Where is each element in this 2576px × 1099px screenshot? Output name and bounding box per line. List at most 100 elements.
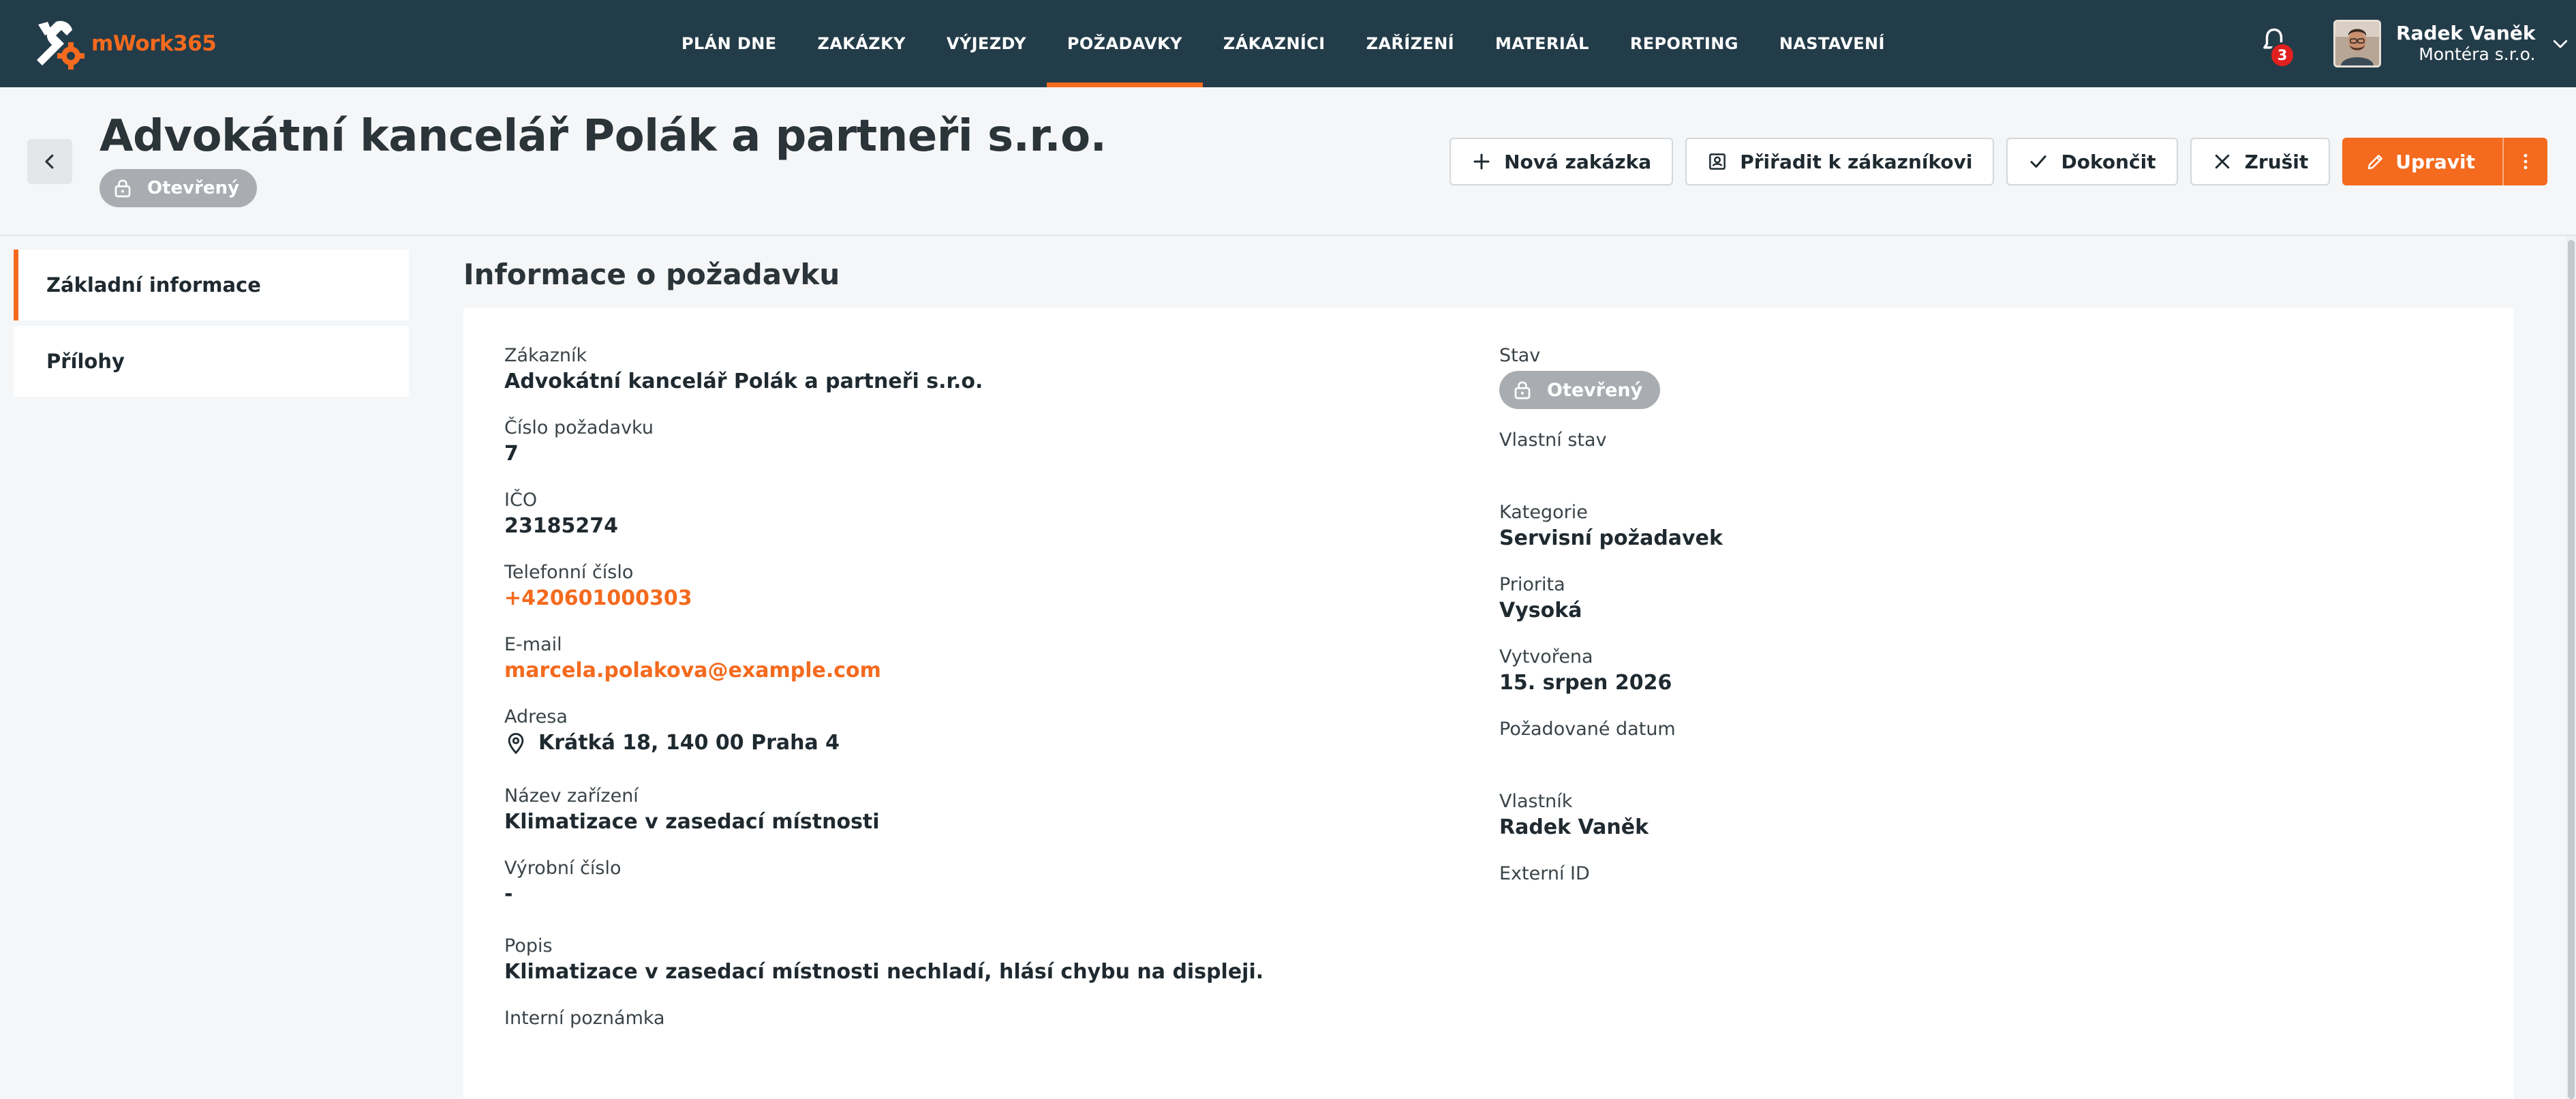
nav-item-reporting[interactable]: REPORTING — [1610, 0, 1759, 87]
field-label: Interní poznámka — [504, 1008, 665, 1029]
field-owner: Vlastník Radek Vaněk — [1499, 789, 1649, 841]
scrollbar-thumb[interactable] — [2568, 240, 2575, 1099]
owner-value: Radek Vaněk — [1499, 815, 1649, 839]
customer-value: Advokátní kancelář Polák a partneři s.r.… — [504, 370, 983, 393]
field-label: Zákazník — [504, 345, 587, 366]
user-name: Radek Vaněk — [2396, 22, 2536, 44]
field-request-number: Číslo požadavku 7 — [504, 416, 654, 468]
status-badge: Otevřený — [1499, 371, 1661, 409]
request-info-card: Zákazník Advokátní kancelář Polák a part… — [463, 308, 2513, 1099]
created-value: 15. srpen 2026 — [1499, 671, 1672, 695]
user-company: Montéra s.r.o. — [2419, 44, 2536, 64]
field-external-id: Externí ID — [1499, 862, 1590, 886]
field-priority: Priorita Vysoká — [1499, 573, 1582, 624]
contact-card-icon — [1709, 153, 1726, 170]
cancel-button[interactable]: Zrušit — [2190, 138, 2331, 185]
field-description: Popis Klimatizace v zasedací místnosti n… — [504, 934, 1263, 986]
field-label: Požadované datum — [1499, 719, 1676, 740]
field-label: Kategorie — [1499, 502, 1588, 523]
app-name: mWork365 — [91, 31, 217, 56]
request-number-value: 7 — [504, 442, 519, 466]
field-customer: Zákazník Advokátní kancelář Polák a part… — [504, 344, 983, 395]
more-vertical-icon — [2524, 153, 2528, 170]
new-order-label: Nová zakázka — [1504, 150, 1652, 173]
action-toolbar: Nová zakázka Přiřadit k zákazníkovi Doko… — [1450, 138, 2547, 185]
nav-item-vyjezdy[interactable]: VÝJEZDY — [926, 0, 1047, 87]
page-header: Advokátní kancelář Polák a partneři s.r.… — [0, 87, 2576, 236]
field-label: Výrobní číslo — [504, 858, 622, 879]
user-menu[interactable]: Radek Vaněk Montéra s.r.o. — [2333, 18, 2571, 70]
lock-icon — [114, 179, 131, 198]
field-state: Stav Otevřený — [1499, 344, 1661, 409]
field-label: Stav — [1499, 345, 1541, 366]
field-serial-number: Výrobní číslo - — [504, 856, 622, 908]
phone-link[interactable]: +420601000303 — [504, 585, 692, 612]
complete-label: Dokončit — [2061, 150, 2156, 173]
main-nav: PLÁN DNE ZAKÁZKY VÝJEZDY POŽADAVKY ZÁKAZ… — [661, 0, 1905, 87]
nav-item-zakazky[interactable]: ZAKÁZKY — [797, 0, 926, 87]
field-email: E-mail marcela.polakova@example.com — [504, 633, 881, 684]
field-label: Externí ID — [1499, 863, 1590, 884]
device-name-value: Klimatizace v zasedací místnosti — [504, 810, 880, 834]
category-value: Servisní požadavek — [1499, 526, 1723, 550]
sidebar-item-basic-info[interactable]: Základní informace — [14, 250, 409, 320]
nav-item-pozadavky[interactable]: POŽADAVKY — [1046, 0, 1203, 87]
status-label: Otevřený — [147, 178, 240, 198]
field-label: IČO — [504, 490, 538, 511]
address-text: Krátká 18, 140 00 Praha 4 — [538, 731, 840, 755]
field-ico: IČO 23185274 — [504, 488, 618, 540]
lock-icon — [1514, 381, 1531, 400]
nav-item-zarizeni[interactable]: ZAŘÍZENÍ — [1346, 0, 1475, 87]
more-actions-button[interactable] — [2502, 138, 2547, 185]
page-title: Advokátní kancelář Polák a partneři s.r.… — [99, 111, 1107, 162]
field-label: Název zařízení — [504, 785, 639, 807]
nav-item-nastaveni[interactable]: NASTAVENÍ — [1759, 0, 1905, 87]
field-label: Vytvořena — [1499, 646, 1593, 667]
notifications-button[interactable]: 3 — [2260, 26, 2295, 68]
avatar — [2333, 20, 2381, 67]
assign-customer-label: Přiřadit k zákazníkovi — [1740, 150, 1973, 173]
field-label: Adresa — [504, 706, 568, 727]
field-category: Kategorie Servisní požadavek — [1499, 500, 1723, 552]
check-icon — [2030, 155, 2046, 168]
email-link[interactable]: marcela.polakova@example.com — [504, 657, 881, 684]
field-custom-state: Vlastní stav — [1499, 428, 1607, 453]
complete-button[interactable]: Dokončit — [2006, 138, 2178, 185]
address-value[interactable]: Krátká 18, 140 00 Praha 4 — [504, 729, 840, 757]
nav-item-zakaznici[interactable]: ZÁKAZNÍCI — [1203, 0, 1346, 87]
priority-value: Vysoká — [1499, 599, 1582, 622]
avatar-image — [2335, 22, 2379, 65]
assign-customer-button[interactable]: Přiřadit k zákazníkovi — [1685, 138, 1995, 185]
field-address: Adresa Krátká 18, 140 00 Praha 4 — [504, 705, 840, 757]
app-logo[interactable]: mWork365 — [31, 18, 217, 70]
field-internal-note: Interní poznámka — [504, 1006, 665, 1031]
chevron-down-icon — [2554, 40, 2568, 48]
back-button[interactable] — [27, 139, 72, 184]
pencil-icon — [2368, 155, 2383, 170]
field-label: E-mail — [504, 634, 562, 655]
chevron-left-icon — [45, 154, 54, 169]
field-requested-date: Požadované datum — [1499, 717, 1676, 742]
edit-button[interactable]: Upravit — [2342, 138, 2502, 185]
field-label: Priorita — [1499, 574, 1565, 595]
nav-item-plan-dne[interactable]: PLÁN DNE — [661, 0, 797, 87]
section-title: Informace o požadavku — [463, 258, 840, 291]
field-label: Popis — [504, 935, 553, 957]
location-pin-icon — [508, 733, 524, 755]
edit-label: Upravit — [2395, 150, 2475, 173]
field-label: Číslo požadavku — [504, 417, 654, 438]
edit-button-group: Upravit — [2342, 138, 2547, 185]
field-label: Telefonní číslo — [504, 562, 634, 583]
field-phone: Telefonní číslo +420601000303 — [504, 560, 692, 612]
top-navbar: mWork365 PLÁN DNE ZAKÁZKY VÝJEZDY POŽADA… — [0, 0, 2576, 87]
nav-item-material[interactable]: MATERIÁL — [1475, 0, 1610, 87]
logo-icon — [37, 20, 85, 70]
field-device-name: Název zařízení Klimatizace v zasedací mí… — [504, 784, 880, 836]
new-order-button[interactable]: Nová zakázka — [1450, 138, 1674, 185]
field-label: Vlastník — [1499, 791, 1573, 812]
plus-icon — [1473, 153, 1490, 170]
description-value: Klimatizace v zasedací místnosti nechlad… — [504, 960, 1264, 984]
sidebar-item-attachments[interactable]: Přílohy — [14, 326, 409, 397]
notification-count-badge: 3 — [2269, 42, 2295, 68]
close-icon — [2215, 154, 2229, 169]
